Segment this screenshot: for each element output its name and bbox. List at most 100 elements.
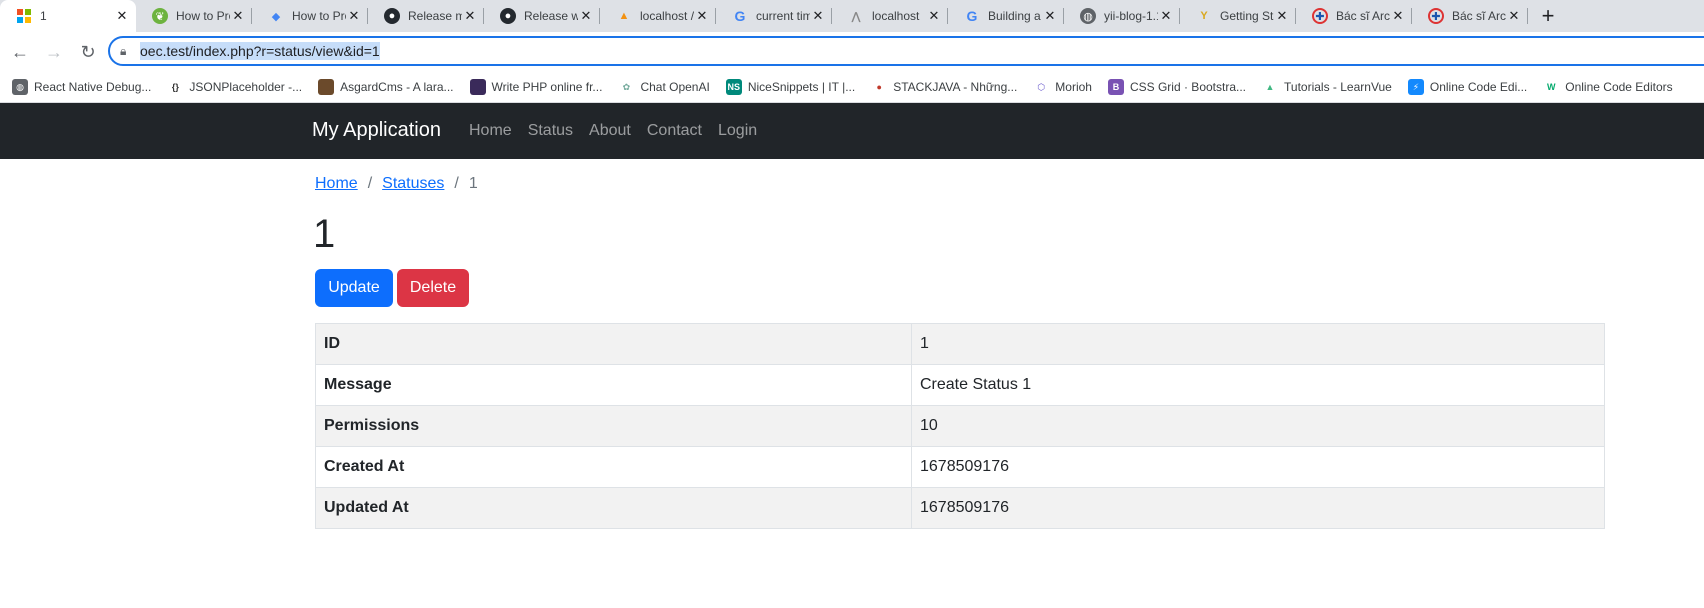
bookmark-item[interactable]: ⚡ Online Code Edi... [1407, 79, 1528, 95]
browser-tab[interactable]: ◍ yii-blog-1.1 ✕ [1064, 0, 1180, 32]
bookmark-label: CSS Grid · Bootstra... [1129, 80, 1247, 94]
close-icon[interactable]: ✕ [1274, 8, 1290, 24]
globe-icon: ◍ [12, 79, 28, 95]
field-value: Create Status 1 [911, 364, 1605, 406]
nav-link-contact[interactable]: Contact [647, 122, 702, 140]
close-icon[interactable]: ✕ [462, 8, 478, 24]
tab-title: Bác sĩ Archi [1452, 9, 1506, 23]
bookmark-label: Write PHP online fr... [491, 80, 603, 94]
tab-title: Building a B [988, 9, 1042, 23]
breadcrumb: Home / Statuses / 1 [315, 175, 478, 193]
spring-leaf-icon: ❦ [152, 8, 168, 24]
bookmark-item[interactable]: ▲ Tutorials - LearnVue [1262, 79, 1392, 95]
tab-title: localhost [872, 9, 920, 23]
forward-arrow-icon[interactable]: → [40, 38, 68, 66]
xampp-icon: ⋀ [851, 10, 861, 23]
field-value: 10 [911, 405, 1605, 447]
close-icon[interactable]: ✕ [810, 8, 826, 24]
bookmark-item[interactable]: ⬡ Morioh [1033, 79, 1092, 95]
field-label: Created At [315, 446, 912, 488]
bookmark-item[interactable]: ● STACKJAVA - Những... [871, 79, 1017, 95]
php-icon [469, 79, 486, 95]
field-label: Updated At [315, 487, 912, 529]
asgard-icon [318, 79, 335, 95]
w3-icon: W [1547, 82, 1556, 92]
bookmark-item[interactable]: NS NiceSnippets | IT |... [725, 79, 855, 95]
nav-link-status[interactable]: Status [528, 122, 573, 140]
field-value: 1678509176 [911, 446, 1605, 488]
bookmark-item[interactable]: ✿ Chat OpenAI [618, 79, 710, 95]
navbar-links: Home Status About Contact Login [469, 122, 773, 140]
stackjava-icon: ● [876, 82, 882, 92]
browser-tab[interactable]: 1 ✕ [0, 0, 136, 32]
breadcrumb-current: 1 [468, 175, 478, 192]
bookmark-label: Morioh [1055, 80, 1092, 94]
browser-tab-strip: 1 ✕ ❦ How to Pro ✕ ◆ How to Pro ✕ ● Rele… [0, 0, 1704, 32]
close-icon[interactable]: ✕ [578, 8, 594, 24]
browser-tab[interactable]: ◆ How to Pro ✕ [252, 0, 368, 32]
detail-view-table: ID 1 Message Create Status 1 Permissions… [315, 323, 1605, 529]
browser-tab[interactable]: ⋀ localhost ✕ [832, 0, 948, 32]
browser-tab[interactable]: G Building a B ✕ [948, 0, 1064, 32]
close-icon[interactable]: ✕ [1506, 8, 1522, 24]
field-label: Message [315, 364, 912, 406]
field-label: Permissions [315, 405, 912, 447]
new-tab-button[interactable]: + [1532, 0, 1564, 32]
google-icon: G [966, 8, 978, 24]
navbar-brand[interactable]: My Application [312, 119, 441, 142]
openai-icon: ✿ [622, 81, 631, 92]
table-row: Created At 1678509176 [315, 446, 1605, 488]
bookmark-item[interactable]: ◍ React Native Debug... [12, 79, 151, 95]
update-button[interactable]: Update [315, 269, 393, 307]
browser-tab[interactable]: ▲ localhost / ✕ [600, 0, 716, 32]
tab-title: Bác sĩ Archi [1336, 9, 1390, 23]
tab-title: Release mv [408, 9, 462, 23]
browser-tab[interactable]: G current tim ✕ [716, 0, 832, 32]
browser-toolbar: ← → ↻ 🔒︎ oec.test/index.php?r=status/vie… [0, 32, 1704, 72]
close-icon[interactable]: ✕ [230, 8, 246, 24]
breadcrumb-separator: / [367, 175, 373, 192]
close-icon[interactable]: ✕ [346, 8, 362, 24]
url-text[interactable]: oec.test/index.php?r=status/view&id=1 [140, 42, 380, 60]
close-icon[interactable]: ✕ [1158, 8, 1174, 24]
nav-link-about[interactable]: About [589, 122, 631, 140]
breadcrumb-statuses[interactable]: Statuses [382, 175, 444, 193]
close-icon[interactable]: ✕ [1390, 8, 1406, 24]
bookmark-label: React Native Debug... [34, 80, 152, 94]
nav-link-login[interactable]: Login [718, 122, 757, 140]
bookmark-label: Online Code Edi... [1429, 80, 1528, 94]
close-icon[interactable]: ✕ [694, 8, 710, 24]
bootstrap-icon: B [1107, 79, 1124, 95]
browser-tab[interactable]: Y Getting Sta ✕ [1180, 0, 1296, 32]
bookmark-item[interactable]: {} JSONPlaceholder -... [167, 79, 302, 95]
yii-icon: Y [1200, 10, 1208, 22]
json-icon: {} [171, 82, 179, 92]
delete-button[interactable]: Delete [397, 269, 469, 307]
browser-tab[interactable]: ✚ Bác sĩ Archi ✕ [1296, 0, 1412, 32]
address-bar[interactable]: 🔒︎ oec.test/index.php?r=status/view&id=1 [108, 36, 1704, 66]
close-icon[interactable]: ✕ [926, 8, 942, 24]
browser-tab[interactable]: ● Release mv ✕ [368, 0, 484, 32]
table-row: Message Create Status 1 [315, 364, 1605, 406]
close-icon[interactable]: ✕ [1042, 8, 1058, 24]
archi-icon: ✚ [1428, 8, 1444, 24]
bookmark-item[interactable]: W Online Code Editors [1543, 79, 1673, 95]
browser-tab[interactable]: ❦ How to Pro ✕ [136, 0, 252, 32]
browser-tab[interactable]: ✚ Bác sĩ Archi ✕ [1412, 0, 1528, 32]
lock-icon[interactable]: 🔒︎ [120, 44, 134, 59]
back-arrow-icon[interactable]: ← [6, 38, 34, 66]
archi-icon: ✚ [1312, 8, 1328, 24]
bookmark-item[interactable]: AsgardCms - A lara... [318, 79, 454, 95]
browser-tab[interactable]: ● Release wo ✕ [484, 0, 600, 32]
nav-link-home[interactable]: Home [469, 122, 512, 140]
table-row: ID 1 [315, 323, 1605, 365]
tab-title: localhost / [640, 9, 694, 23]
breadcrumb-home[interactable]: Home [315, 175, 358, 193]
learnvue-icon: ▲ [1265, 82, 1275, 92]
bookmark-item[interactable]: B CSS Grid · Bootstra... [1107, 79, 1247, 95]
ns-icon: NS [725, 79, 742, 95]
close-icon[interactable]: ✕ [114, 8, 130, 24]
globe-icon: ◍ [1080, 8, 1096, 24]
bookmark-item[interactable]: Write PHP online fr... [469, 79, 603, 95]
reload-icon[interactable]: ↻ [74, 38, 102, 66]
